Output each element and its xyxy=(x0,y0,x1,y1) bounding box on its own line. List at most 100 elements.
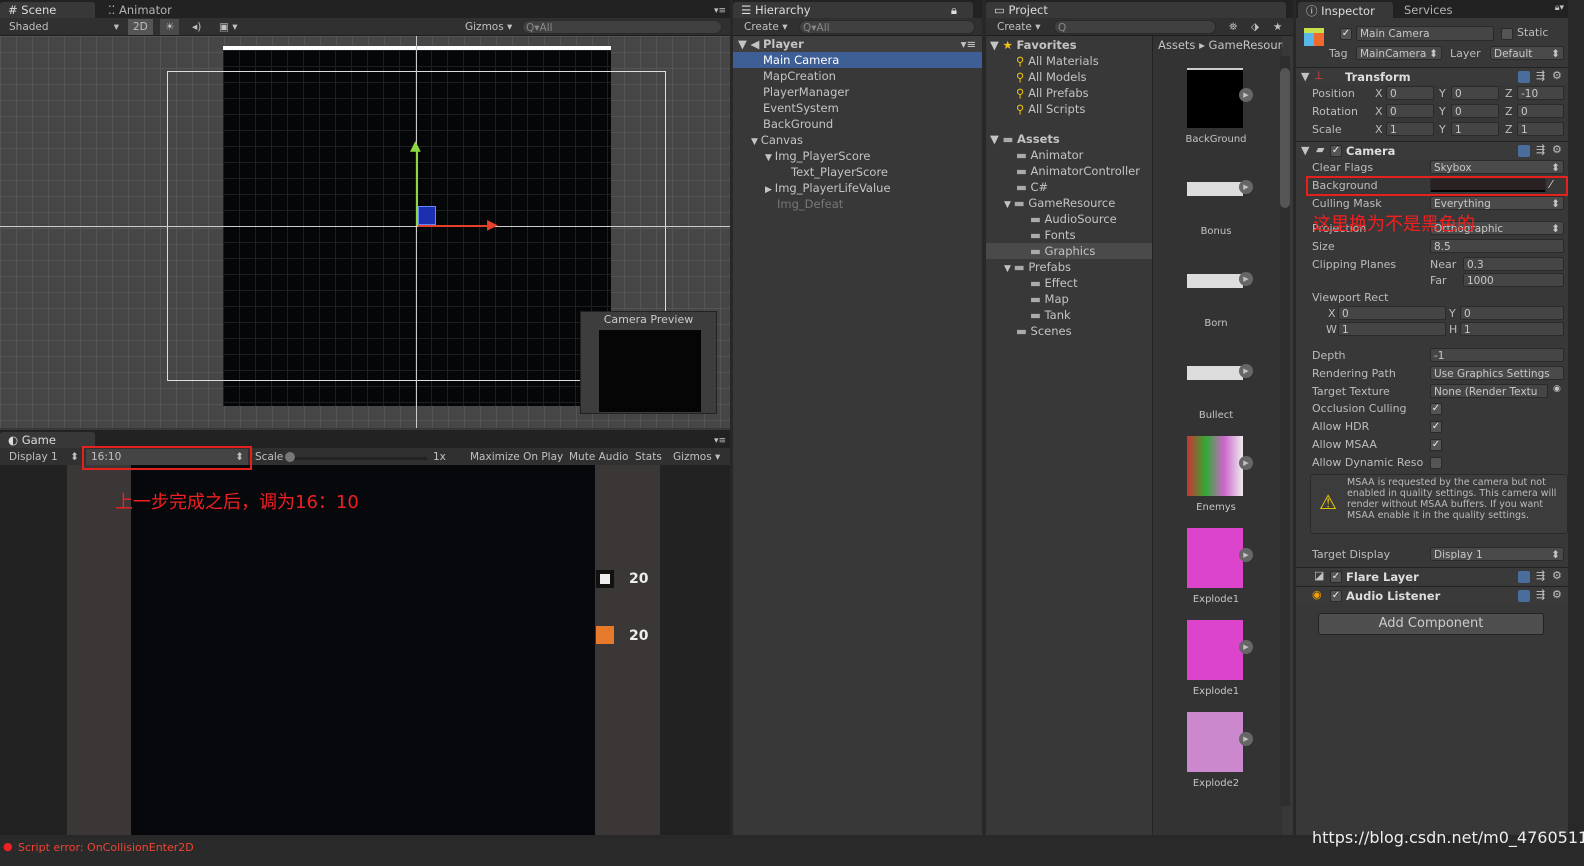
favorite-item[interactable]: ⚲ All Models xyxy=(1016,69,1087,85)
x-arrow-icon[interactable]: ▶ xyxy=(487,217,498,233)
asset-item[interactable]: ▶ Explode2 xyxy=(1153,710,1279,802)
viewport-h-input[interactable]: 1 xyxy=(1460,322,1564,336)
transform-header[interactable]: ▼ ⊥ Transform ⇶ ⚙ xyxy=(1296,67,1568,85)
hierarchy-item[interactable]: Main Camera xyxy=(733,52,982,68)
gizmos-dropdown[interactable]: Gizmos ▾ xyxy=(668,449,725,465)
audio-enabled-checkbox[interactable]: ✓ xyxy=(1330,590,1342,602)
rendering-path-dropdown[interactable]: Use Graphics Settings xyxy=(1430,366,1564,380)
asset-scrollbar[interactable] xyxy=(1280,56,1290,806)
audio-icon[interactable]: ◂) xyxy=(187,19,206,35)
favorite-star-icon[interactable]: ★ xyxy=(1268,19,1287,35)
hierarchy-item[interactable]: MapCreation xyxy=(733,68,982,84)
hierarchy-item[interactable]: ▼ Canvas xyxy=(733,132,982,148)
mute-audio-button[interactable]: Mute Audio xyxy=(564,449,633,465)
help-icon[interactable] xyxy=(1518,590,1530,602)
favorite-item[interactable]: ⚲ All Scripts xyxy=(1016,101,1085,117)
folder-item[interactable]: ▬ Scenes xyxy=(986,323,1152,339)
scale-z-input[interactable]: 1 xyxy=(1517,122,1564,136)
asset-item[interactable]: ▶ Bonus xyxy=(1153,158,1279,250)
tag-dropdown[interactable]: MainCamera ⬍ xyxy=(1356,46,1442,60)
static-checkbox[interactable] xyxy=(1501,28,1513,40)
hierarchy-item[interactable]: EventSystem xyxy=(733,100,982,116)
hierarchy-item[interactable]: ▶ Img_PlayerLifeValue xyxy=(733,180,982,196)
hierarchy-search-input[interactable]: Q▾All xyxy=(799,20,975,34)
folder-item[interactable]: ▼ ▬ Prefabs xyxy=(986,259,1152,275)
target-texture-field[interactable]: None (Render Textu xyxy=(1430,384,1548,398)
folder-item[interactable]: ▬ Graphics xyxy=(986,243,1152,259)
scene-search-input[interactable]: Q▾All xyxy=(522,20,722,34)
lock-icon[interactable]: 🔒︎ xyxy=(951,3,957,18)
object-picker-icon[interactable]: ◉ xyxy=(1553,384,1561,394)
allow-msaa-checkbox[interactable]: ✓ xyxy=(1430,439,1442,451)
scale-slider-thumb[interactable] xyxy=(285,452,295,462)
asset-item[interactable]: ▶ Enemys xyxy=(1153,434,1279,526)
favorite-item[interactable]: ⚲ All Prefabs xyxy=(1016,85,1089,101)
hierarchy-item[interactable]: PlayerManager xyxy=(733,84,982,100)
y-arrow-icon[interactable]: ▲ xyxy=(410,138,421,154)
expand-icon[interactable]: ▶ xyxy=(1239,732,1253,746)
hierarchy-item[interactable]: BackGround xyxy=(733,116,982,132)
tab-services[interactable]: Services xyxy=(1396,2,1461,18)
shading-dropdown[interactable]: Shaded ▾ xyxy=(4,19,122,35)
size-input[interactable]: 8.5 xyxy=(1430,239,1564,253)
viewport-x-input[interactable]: 0 xyxy=(1338,306,1446,320)
panel-menu-icon[interactable]: ▾≡ xyxy=(714,436,726,446)
effects-icon[interactable]: ▣ ▾ xyxy=(214,19,243,35)
expand-icon[interactable]: ▶ xyxy=(1239,364,1253,378)
allow-hdr-checkbox[interactable]: ✓ xyxy=(1430,421,1442,433)
tab-project[interactable]: ▭ Project xyxy=(986,2,1286,18)
culling-mask-dropdown[interactable]: Everything ⬍ xyxy=(1430,196,1564,210)
lighting-icon[interactable]: ☀ xyxy=(160,19,180,35)
scale-y-input[interactable]: 1 xyxy=(1451,122,1499,136)
expand-icon[interactable]: ▶ xyxy=(1239,180,1253,194)
object-name-input[interactable]: Main Camera xyxy=(1356,26,1494,41)
clear-flags-dropdown[interactable]: Skybox ⬍ xyxy=(1430,160,1564,174)
add-component-button[interactable]: Add Component xyxy=(1318,613,1544,635)
folder-item[interactable]: ▬ AudioSource xyxy=(986,211,1152,227)
viewport-y-input[interactable]: 0 xyxy=(1460,306,1564,320)
folder-item[interactable]: ▬ Effect xyxy=(986,275,1152,291)
hierarchy-item[interactable]: ▼ Img_PlayerScore xyxy=(733,148,982,164)
tab-hierarchy[interactable]: ☰ Hierarchy 🔒︎ xyxy=(733,2,973,18)
position-x-input[interactable]: 0 xyxy=(1386,86,1434,100)
gizmos-dropdown[interactable]: Gizmos ▾ xyxy=(460,19,517,35)
rotation-x-input[interactable]: 0 xyxy=(1386,104,1434,118)
scene-header[interactable]: ▼ ◀ Player ▾≡ xyxy=(733,36,982,52)
audio-listener-header[interactable]: ◉ ✓ Audio Listener ⇶ ⚙ xyxy=(1296,586,1568,604)
tab-inspector[interactable]: ⓘ Inspector xyxy=(1298,2,1393,18)
tab-animator[interactable]: ⁚⁚ Animator xyxy=(100,2,180,18)
asset-item[interactable]: ▶ Explode1 xyxy=(1153,526,1279,618)
near-input[interactable]: 0.3 xyxy=(1463,257,1564,271)
lock-icon[interactable]: 🔒︎▾ xyxy=(1555,3,1564,13)
filter-type-icon[interactable]: ⛯ xyxy=(1224,19,1242,35)
create-dropdown[interactable]: Create ▾ xyxy=(739,19,793,35)
occlusion-culling-checkbox[interactable]: ✓ xyxy=(1430,403,1442,415)
gear-icon[interactable]: ⚙ xyxy=(1552,143,1562,156)
folder-item[interactable]: ▬ AnimatorController xyxy=(986,163,1152,179)
folder-item[interactable]: ▬ Tank xyxy=(986,307,1152,323)
favorites-header[interactable]: ▼ ★ Favorites xyxy=(990,37,1077,53)
rotation-y-input[interactable]: 0 xyxy=(1451,104,1499,118)
folder-item[interactable]: ▬ Map xyxy=(986,291,1152,307)
expand-icon[interactable]: ▶ xyxy=(1239,88,1253,102)
settings-icon[interactable]: ⇶ xyxy=(1536,69,1545,82)
viewport-w-input[interactable]: 1 xyxy=(1338,322,1446,336)
folder-item[interactable]: ▬ C# xyxy=(986,179,1152,195)
display-dropdown[interactable]: Display 1 ⬍ xyxy=(4,449,82,465)
panel-menu-icon[interactable]: ▾≡ xyxy=(714,6,726,16)
stats-button[interactable]: Stats xyxy=(630,449,667,465)
xy-plane-handle[interactable] xyxy=(418,206,436,225)
asset-item[interactable]: ▶ Bullect xyxy=(1153,342,1279,434)
tab-game[interactable]: ◐ Game xyxy=(0,432,95,448)
assets-header[interactable]: ▼ ▬ Assets xyxy=(990,131,1060,147)
expand-icon[interactable]: ▶ xyxy=(1239,640,1253,654)
asset-item[interactable]: ▶ Born xyxy=(1153,250,1279,342)
allow-dynamic-resolution-checkbox[interactable] xyxy=(1430,457,1442,469)
camera-enabled-checkbox[interactable]: ✓ xyxy=(1330,145,1342,157)
x-axis-handle[interactable] xyxy=(418,225,493,227)
help-icon[interactable] xyxy=(1518,71,1530,83)
gear-icon[interactable]: ⚙ xyxy=(1552,569,1562,582)
position-z-input[interactable]: -10 xyxy=(1517,86,1564,100)
rotation-z-input[interactable]: 0 xyxy=(1517,104,1564,118)
help-icon[interactable] xyxy=(1518,145,1530,157)
